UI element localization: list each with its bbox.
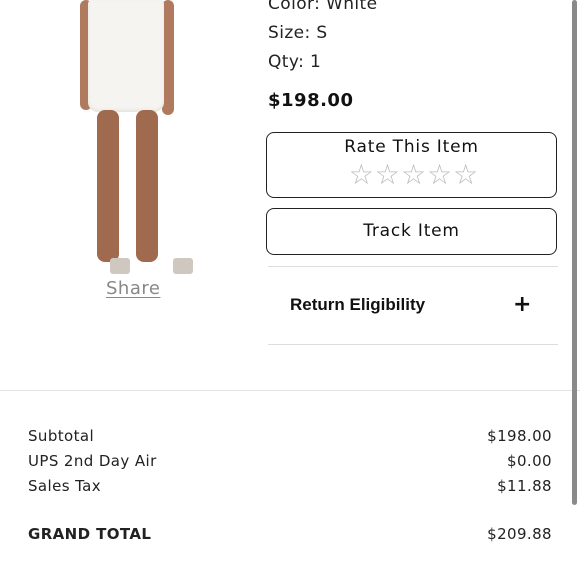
share-link[interactable]: Share <box>106 278 160 299</box>
item-price: $198.00 <box>268 90 354 111</box>
figure-dress <box>88 0 164 112</box>
return-eligibility-label: Return Eligibility <box>290 295 426 314</box>
star-icon[interactable]: ☆ <box>427 159 452 191</box>
star-icon[interactable]: ☆ <box>375 159 400 191</box>
return-eligibility-row[interactable]: Return Eligibility + <box>268 266 558 344</box>
scrollbar[interactable] <box>572 0 577 505</box>
summary-label: Subtotal <box>28 427 95 445</box>
product-image[interactable] <box>60 0 210 278</box>
color-text: Color: White <box>268 0 378 14</box>
qty-text: Qty: 1 <box>268 52 322 72</box>
plus-icon[interactable]: + <box>513 292 531 317</box>
divider <box>268 344 558 345</box>
grand-total-value: $209.88 <box>487 525 552 543</box>
section-divider <box>0 390 580 391</box>
grand-total-row: GRAND TOTAL $209.88 <box>28 522 552 547</box>
star-rating: ☆ ☆ ☆ ☆ ☆ <box>271 159 556 191</box>
rate-item-title: Rate This Item <box>344 137 479 157</box>
product-details: Color: White Size: S Qty: 1 <box>268 0 377 77</box>
rate-item-box: Rate This Item ☆ ☆ ☆ ☆ ☆ <box>266 132 557 198</box>
star-icon[interactable]: ☆ <box>349 159 374 191</box>
summary-value: $198.00 <box>487 427 552 445</box>
size-text: Size: S <box>268 23 328 43</box>
figure-shoe-left <box>110 258 130 274</box>
star-icon[interactable]: ☆ <box>453 159 478 191</box>
figure-shoe-right <box>173 258 193 274</box>
summary-row-subtotal: Subtotal $198.00 <box>28 424 552 449</box>
grand-total-label: GRAND TOTAL <box>28 525 152 543</box>
summary-label: UPS 2nd Day Air <box>28 452 157 470</box>
summary-row-tax: Sales Tax $11.88 <box>28 474 552 499</box>
summary-label: Sales Tax <box>28 477 102 495</box>
summary-row-shipping: UPS 2nd Day Air $0.00 <box>28 449 552 474</box>
track-item-button[interactable]: Track Item <box>266 208 557 255</box>
summary-value: $0.00 <box>507 452 552 470</box>
order-summary: Subtotal $198.00 UPS 2nd Day Air $0.00 S… <box>28 424 552 547</box>
figure-leg-left <box>97 110 119 262</box>
star-icon[interactable]: ☆ <box>401 159 426 191</box>
figure-leg-right <box>136 110 158 262</box>
summary-value: $11.88 <box>497 477 552 495</box>
